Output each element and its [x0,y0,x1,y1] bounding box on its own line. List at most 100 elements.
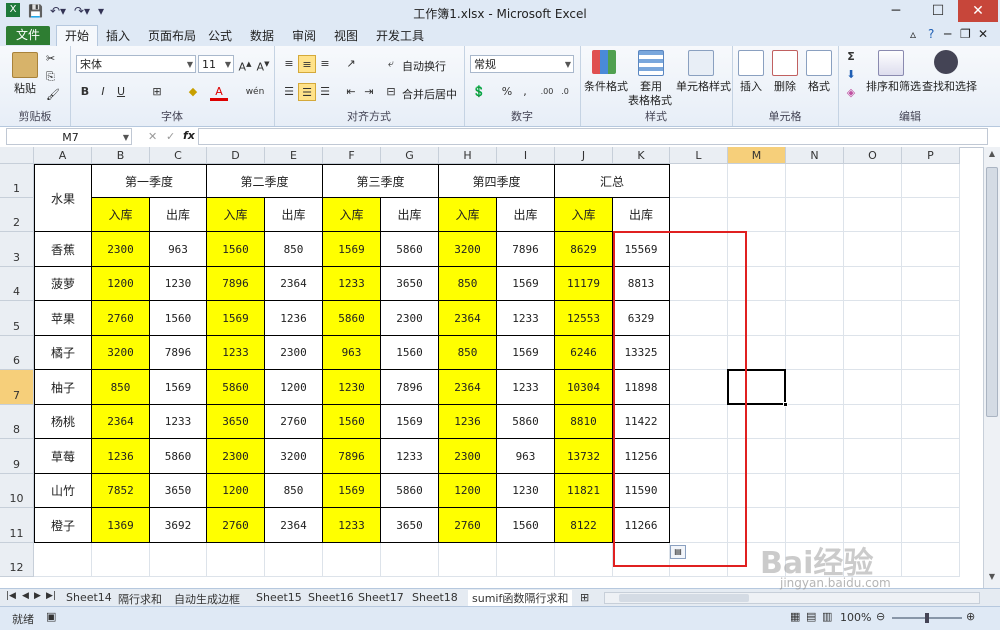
in-value-cell[interactable]: 2300 [207,439,265,474]
in-value-cell[interactable]: 5860 [207,370,265,405]
page-layout-view-icon[interactable]: ▤ [806,610,816,623]
in-value-cell[interactable]: 11179 [555,267,613,301]
sheet-tab[interactable]: Sheet14 [66,591,112,604]
quarter-header-cell[interactable]: 汇总 [555,164,670,198]
out-value-cell[interactable]: 7896 [381,370,439,405]
paste-options-icon[interactable]: ▤ [670,545,686,559]
in-value-cell[interactable]: 850 [439,336,497,370]
in-value-cell[interactable]: 2300 [92,232,150,267]
last-sheet-icon[interactable]: ▶| [46,591,56,601]
column-header[interactable]: M [728,147,786,164]
in-value-cell[interactable]: 1569 [323,232,381,267]
bold-button[interactable]: B [76,83,94,101]
doc-restore-icon[interactable]: ❐ [960,27,971,41]
cell[interactable] [902,232,960,267]
row-header[interactable]: 9 [0,439,34,474]
cell[interactable] [844,474,902,508]
cell[interactable] [728,164,786,198]
page-break-view-icon[interactable]: ▥ [822,610,832,623]
in-value-cell[interactable]: 7896 [207,267,265,301]
fruit-name-cell[interactable]: 橙子 [34,508,92,543]
worksheet-grid[interactable]: A B C D E F G H I J K L M N O P 1 2 3 4 5 6 7 8 9 10 11 12 水果 第一季度 第二季… [0,147,983,588]
cell-styles-button[interactable]: 单元格样式 [676,78,731,94]
quarter-header-cell[interactable]: 第三季度 [323,164,439,198]
in-value-cell[interactable]: 3200 [439,232,497,267]
cell[interactable] [902,301,960,336]
quarter-header-cell[interactable]: 第二季度 [207,164,323,198]
in-value-cell[interactable]: 2364 [92,405,150,439]
cell[interactable] [844,301,902,336]
in-value-cell[interactable]: 1569 [323,474,381,508]
out-value-cell[interactable]: 963 [150,232,207,267]
out-value-cell[interactable]: 5860 [497,405,555,439]
column-header[interactable]: K [613,147,670,164]
column-header[interactable]: C [150,147,207,164]
cell[interactable] [728,198,786,232]
cell[interactable] [844,439,902,474]
doc-close-icon[interactable]: ✕ [978,27,988,41]
tab-file[interactable]: 文件 [6,26,50,45]
row-header[interactable]: 11 [0,508,34,543]
out-label-cell[interactable]: 出库 [613,198,670,232]
wrap-text-button[interactable]: 自动换行 [402,58,446,74]
in-value-cell[interactable]: 1200 [439,474,497,508]
column-header[interactable]: E [265,147,323,164]
cell[interactable] [92,543,150,577]
cell[interactable] [323,543,381,577]
out-value-cell[interactable]: 3650 [381,508,439,543]
in-value-cell[interactable]: 6246 [555,336,613,370]
insert-function-button[interactable]: fx [183,129,195,142]
cell[interactable] [786,370,844,405]
out-value-cell[interactable]: 2364 [265,267,323,301]
cell[interactable] [902,474,960,508]
align-right-icon[interactable]: ☰ [316,83,334,101]
in-value-cell[interactable]: 2760 [92,301,150,336]
format-painter-icon[interactable]: 🖌 [46,88,60,101]
cell[interactable] [902,370,960,405]
out-value-cell[interactable]: 3650 [150,474,207,508]
align-middle-icon[interactable]: ≡ [298,55,316,73]
font-name-select[interactable]: 宋体 ▼ [76,55,196,73]
in-value-cell[interactable]: 8122 [555,508,613,543]
in-value-cell[interactable]: 3650 [207,405,265,439]
in-value-cell[interactable]: 1233 [323,508,381,543]
in-value-cell[interactable]: 1560 [323,405,381,439]
cell[interactable] [207,543,265,577]
borders-icon[interactable]: ⊞ [148,83,166,101]
in-value-cell[interactable]: 2760 [439,508,497,543]
out-value-cell[interactable]: 1233 [497,301,555,336]
cell[interactable] [670,198,728,232]
column-header[interactable]: A [34,147,92,164]
align-top-icon[interactable]: ≡ [280,55,298,73]
paste-icon[interactable] [12,52,38,78]
out-value-cell[interactable]: 7896 [150,336,207,370]
select-all-corner[interactable] [0,147,34,164]
out-value-cell[interactable]: 5860 [381,232,439,267]
sheet-tab[interactable]: Sheet18 [412,591,458,604]
out-value-cell[interactable]: 1233 [381,439,439,474]
cell[interactable] [381,543,439,577]
sheet-tab[interactable]: Sheet16 [308,591,354,604]
in-value-cell[interactable]: 8810 [555,405,613,439]
cell[interactable] [902,198,960,232]
doc-minimize-icon[interactable]: ─ [944,27,951,41]
close-button[interactable]: ✕ [958,0,998,22]
in-value-cell[interactable]: 1236 [92,439,150,474]
out-value-cell[interactable]: 850 [265,474,323,508]
sheet-tab[interactable]: Sheet17 [358,591,404,604]
cell[interactable] [902,164,960,198]
out-value-cell[interactable]: 1230 [497,474,555,508]
tab-page-layout[interactable]: 页面布局 [148,27,196,44]
help-icon[interactable]: ? [928,27,934,41]
clear-icon[interactable]: ◈ [842,84,860,102]
align-left-icon[interactable]: ☰ [280,83,298,101]
fruit-name-cell[interactable]: 柚子 [34,370,92,405]
font-size-select[interactable]: 11 ▼ [198,55,234,73]
out-value-cell[interactable]: 2300 [381,301,439,336]
cell[interactable] [786,232,844,267]
out-value-cell[interactable]: 5860 [150,439,207,474]
next-sheet-icon[interactable]: ▶ [34,591,41,601]
out-value-cell[interactable]: 3200 [265,439,323,474]
cell[interactable] [844,198,902,232]
in-value-cell[interactable]: 963 [323,336,381,370]
